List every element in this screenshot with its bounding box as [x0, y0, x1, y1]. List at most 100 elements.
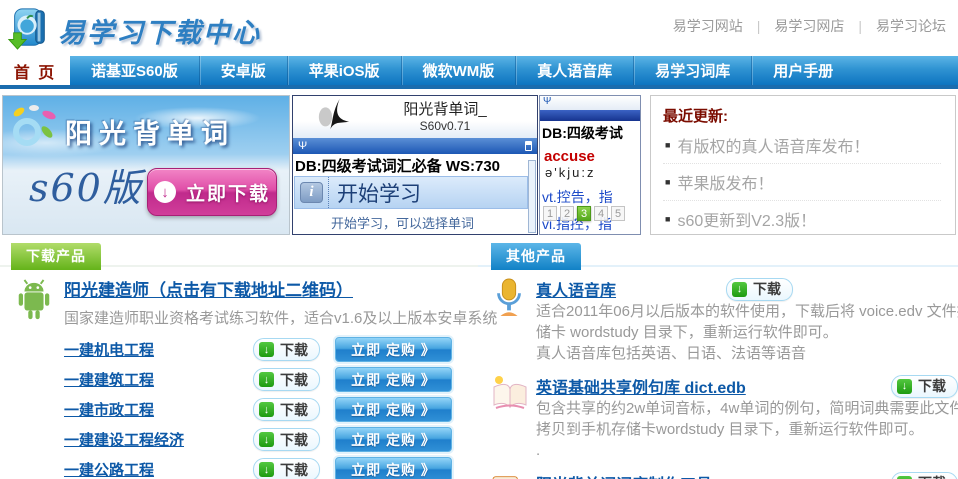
nav-tab-ios[interactable]: 苹果iOS版 [287, 56, 401, 85]
page-dot-1[interactable]: 1 [543, 206, 557, 221]
divider [328, 177, 329, 208]
nav-tab-android[interactable]: 安卓版 [199, 56, 287, 85]
download-arrow-icon: ↓ [259, 402, 274, 417]
product-link[interactable]: 一建建筑工程 [64, 369, 154, 390]
order-now-button[interactable]: 立即 定购 》 [335, 367, 452, 392]
app-screenshots: 阳光背单词_ S60v0.71 Ψ DB:四级考试词汇必备 WS:730 i 开… [292, 95, 642, 235]
nav-tab-voice[interactable]: 真人语音库 [515, 56, 633, 85]
product-link[interactable]: 真人语音库 [536, 277, 616, 301]
other-products-column: 其他产品 真人语音库 ↓ 下载 适合2011年06月以后版本的软件使用，下载后将… [478, 243, 958, 479]
download-arrow-icon: ↓ [259, 342, 274, 357]
antenna-icon: Ψ [543, 96, 551, 107]
featured-product: 阳光建造师（点击有下载地址二维码） 国家建造师职业资格考试练习软件，适合v1.6… [0, 267, 478, 328]
top-link-store[interactable]: 易学习网店 [774, 16, 844, 36]
screenshot-word-card: Ψ DB:四级考试 accuse ə'kju:z vt.控告，指 vi.指控，指… [539, 95, 641, 235]
section-header: 其他产品 [478, 243, 958, 267]
update-item[interactable]: ■ 苹果版发布！ [663, 164, 941, 201]
download-arrow-icon: ↓ [897, 476, 912, 479]
nav-tab-dict[interactable]: 易学习词库 [633, 56, 751, 85]
nav-tab-s60[interactable]: 诺基亚S60版 [70, 56, 199, 85]
db-info-line: DB:四级考试 [540, 121, 640, 143]
info-icon: i [300, 182, 323, 203]
download-arrow-icon: ↓ [732, 282, 747, 297]
title-bar [540, 110, 640, 121]
download-label: 下载 [918, 376, 946, 396]
bullet-icon: ■ [665, 214, 670, 224]
open-book-icon [490, 374, 530, 419]
product-desc-line: 适合2011年06月以后版本的软件使用，下载后将 voice.edv 文件拷 [536, 301, 958, 322]
bullet-icon: ■ [665, 140, 670, 150]
download-row: 一建公路工程 ↓ 下载 立即 定购 》 [0, 455, 478, 479]
order-now-button[interactable]: 立即 定购 》 [335, 337, 452, 362]
nav-tab-wm[interactable]: 微软WM版 [401, 56, 516, 85]
order-now-button[interactable]: 立即 定购 》 [335, 427, 452, 452]
site-logo: 易学习下载中心 [6, 4, 261, 57]
antenna-icon: Ψ [298, 140, 307, 152]
recent-updates-panel: 最近更新: ■ 有版权的真人语音库发布！ ■ 苹果版发布！ ■ s60更新到V2… [650, 95, 956, 235]
download-button[interactable]: ↓ 下载 [891, 375, 958, 398]
download-button[interactable]: ↓ 下载 [891, 472, 958, 479]
product-link[interactable]: 一建公路工程 [64, 459, 154, 479]
download-button[interactable]: ↓ 下载 [253, 458, 320, 479]
download-button[interactable]: ↓ 下载 [253, 368, 320, 391]
product-title-row: 真人语音库 ↓ 下载 [536, 277, 958, 301]
download-button[interactable]: ↓ 下载 [726, 278, 793, 301]
download-arrow-icon: ↓ [897, 379, 912, 394]
nav-tab-manual[interactable]: 用户手册 [751, 56, 854, 85]
banner-download-button[interactable]: ↓ 立即下载 [147, 168, 277, 216]
screenshot-main-menu: 阳光背单词_ S60v0.71 Ψ DB:四级考试词汇必备 WS:730 i 开… [292, 95, 538, 235]
other-product: 阳光背单词词库制作工具 UTF8 ↓ 下载 [478, 461, 958, 479]
section-tab-others: 其他产品 [491, 243, 581, 270]
top-link-website[interactable]: 易学习网站 [673, 16, 743, 36]
download-label: 下载 [280, 340, 308, 360]
product-desc-line: 包含共享的约2w单词音标，4w单词的例句，简明词典需要此文件，下 [536, 398, 958, 419]
download-button[interactable]: ↓ 下载 [253, 338, 320, 361]
scrollbar [528, 160, 536, 233]
featured-product-desc: 国家建造师职业资格考试练习软件，适合v1.6及以上版本安卓系统 [64, 307, 478, 328]
download-label: 下载 [280, 460, 308, 479]
product-link[interactable]: 英语基础共享例句库 dict.edb [536, 374, 746, 398]
menu-item-description: 开始学习，可以选择单词 [331, 213, 537, 232]
download-button[interactable]: ↓ 下载 [253, 398, 320, 421]
download-label: 下载 [280, 370, 308, 390]
word-phonetic: ə'kju:z [540, 165, 640, 180]
top-link-forum[interactable]: 易学习论坛 [876, 16, 946, 36]
page-dot-5[interactable]: 5 [611, 206, 625, 221]
site-header: 易学习下载中心 易学习网站 | 易学习网店 | 易学习论坛 [0, 0, 958, 56]
product-link[interactable]: 一建机电工程 [64, 339, 154, 360]
download-label: 下载 [280, 430, 308, 450]
status-bar: Ψ [293, 138, 537, 154]
app-version: S60v0.71 [353, 119, 537, 133]
page-dot-4[interactable]: 4 [594, 206, 608, 221]
product-sections: 下载产品 阳光建造师（点击有下载地址二维码） 国家建造师职业资格考试练习软件，适… [0, 243, 958, 479]
bullet-icon: ■ [665, 177, 670, 187]
order-now-button[interactable]: 立即 定购 》 [335, 457, 452, 479]
update-text: 有版权的真人语音库发布！ [677, 133, 869, 157]
backpack-download-icon [6, 4, 52, 57]
word-meaning-vt: vt.控告，指 [540, 187, 640, 207]
order-now-button[interactable]: 立即 定购 》 [335, 397, 452, 422]
product-link[interactable]: 阳光背单词词库制作工具 UTF8 [536, 471, 756, 479]
download-arrow-icon: ↓ [259, 462, 274, 477]
download-button[interactable]: ↓ 下载 [253, 428, 320, 451]
word-headword: accuse [540, 148, 640, 165]
status-bar: Ψ [540, 96, 640, 110]
banner-pagination: 1 2 3 4 5 [543, 206, 625, 221]
update-item[interactable]: ■ 有版权的真人语音库发布！ [663, 127, 941, 164]
featured-product-link[interactable]: 阳光建造师（点击有下载地址二维码） [64, 276, 353, 301]
update-item[interactable]: ■ s60更新到V2.3版！ [663, 201, 941, 235]
nav-tabs: 诺基亚S60版 安卓版 苹果iOS版 微软WM版 真人语音库 易学习词库 用户手… [70, 56, 958, 85]
banner-download-label: 立即下载 [186, 179, 270, 206]
divider: | [858, 18, 862, 34]
page-dot-2[interactable]: 2 [560, 206, 574, 221]
toolbox-book-icon [490, 471, 528, 479]
product-link[interactable]: 一建市政工程 [64, 399, 154, 420]
download-row: 一建机电工程 ↓ 下载 立即 定购 》 [0, 335, 478, 364]
product-link[interactable]: 一建建设工程经济 [64, 429, 184, 450]
banner-title: 阳光背单词 [65, 112, 235, 151]
download-label: 下载 [753, 279, 781, 299]
nav-tab-home[interactable]: 首 页 [0, 56, 70, 85]
page-dot-3-active[interactable]: 3 [577, 206, 591, 221]
menu-item-selected: i 开始学习 [294, 176, 528, 209]
product-desc-line: 储卡 wordstudy 目录下，重新运行软件即可。 [536, 322, 958, 343]
